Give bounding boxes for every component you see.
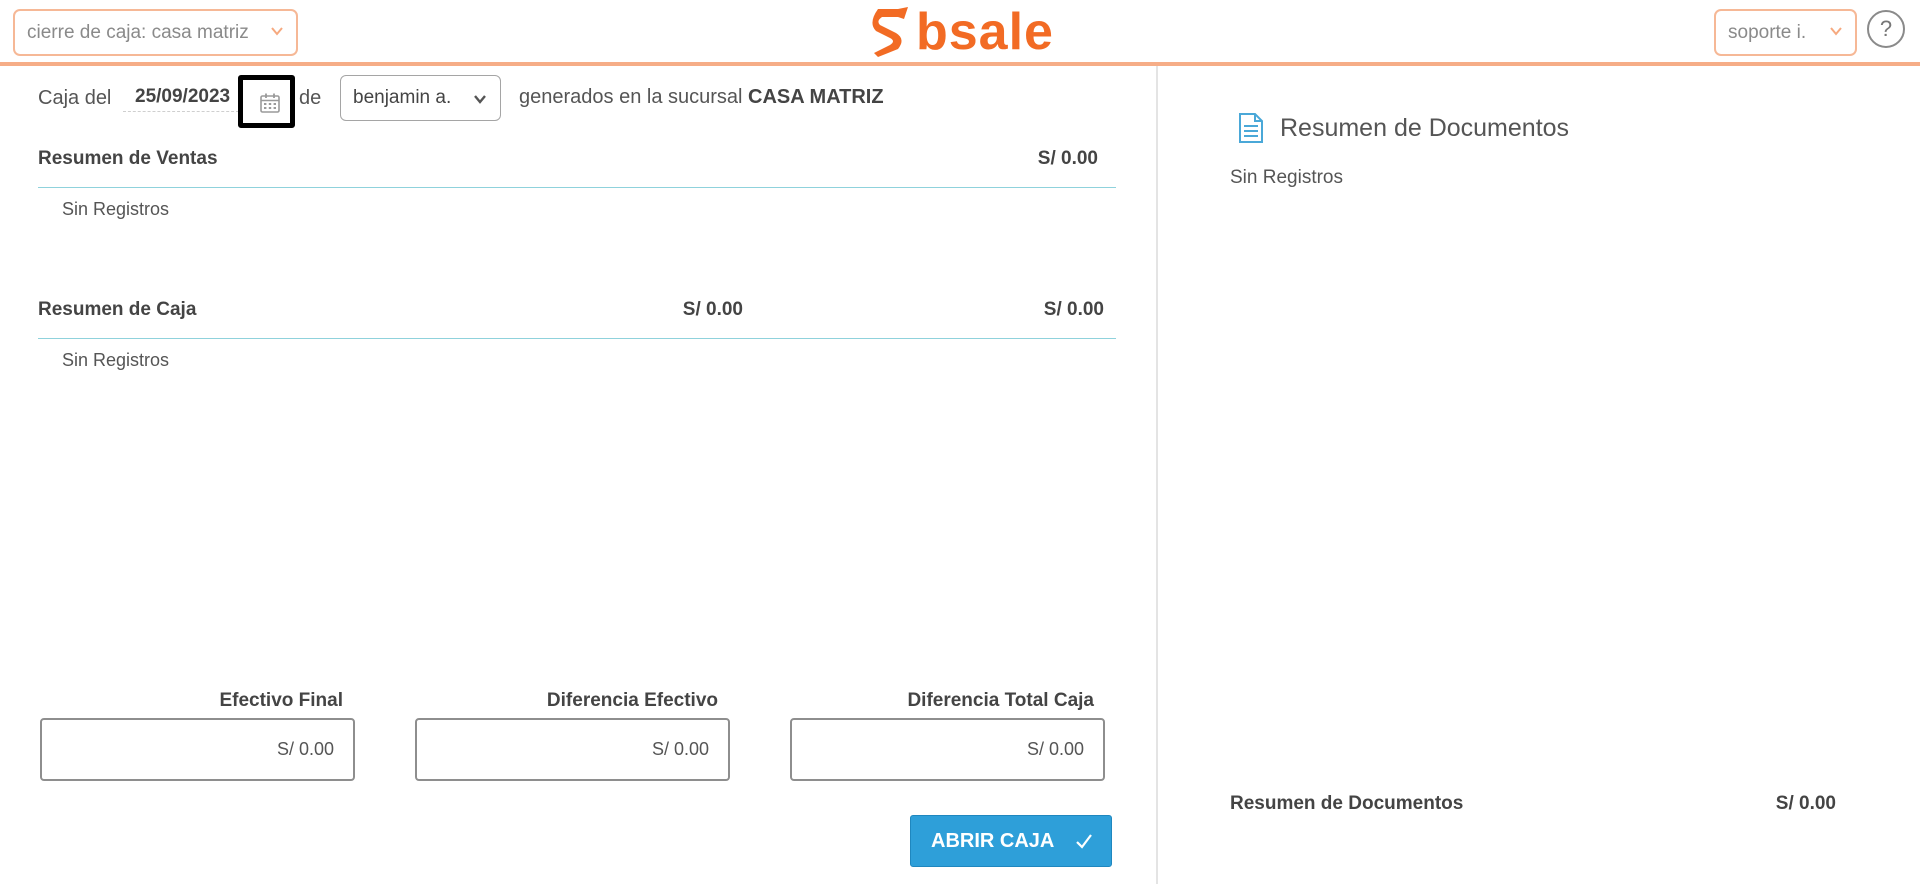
- diferencia-efectivo-label: Diferencia Efectivo: [546, 690, 718, 711]
- help-icon[interactable]: ?: [1867, 10, 1905, 48]
- caja-divider: [38, 338, 1116, 339]
- ventas-title: Resumen de Ventas: [38, 148, 218, 169]
- chevron-down-icon: [271, 27, 283, 36]
- user-select-value: soporte i.: [1728, 22, 1807, 43]
- ventas-empty: Sin Registros: [62, 199, 170, 219]
- bsale-s-logo-icon: [872, 7, 908, 57]
- diferencia-total-caja-field[interactable]: S/ 0.00: [790, 718, 1105, 781]
- caja-total-b: S/ 0.00: [1043, 299, 1104, 320]
- user-select[interactable]: soporte i.: [1714, 9, 1857, 56]
- calendar-icon: [260, 93, 280, 113]
- ventas-total: S/ 0.00: [1037, 148, 1098, 169]
- check-icon: [1076, 834, 1092, 849]
- documents-title: Resumen de Documentos: [1280, 114, 1570, 142]
- diferencia-efectivo-field[interactable]: S/ 0.00: [415, 718, 730, 781]
- date-input[interactable]: 25/09/2023: [123, 84, 239, 112]
- abrir-caja-label: ABRIR CAJA: [931, 830, 1055, 852]
- documents-footer-total: S/ 0.00: [1775, 793, 1836, 814]
- logo-text: bsale: [916, 3, 1054, 61]
- chevron-down-icon: [474, 95, 486, 104]
- de-label: de: [299, 87, 322, 109]
- ventas-divider: [38, 187, 1116, 188]
- caja-empty: Sin Registros: [62, 350, 170, 370]
- diferencia-total-caja-label: Diferencia Total Caja: [907, 690, 1094, 711]
- module-select[interactable]: cierre de caja: casa matriz: [13, 9, 298, 56]
- branch-text: generados en la sucursal CASA MATRIZ: [519, 86, 884, 109]
- efectivo-final-label: Efectivo Final: [219, 690, 343, 711]
- caja-del-label: Caja del: [38, 87, 112, 109]
- bsale-logo[interactable]: bsale: [870, 4, 1054, 60]
- top-header: cierre de caja: casa matriz bsale soport…: [0, 0, 1920, 66]
- module-select-value: cierre de caja: casa matriz: [27, 22, 249, 43]
- documents-footer-label: Resumen de Documentos: [1230, 793, 1464, 814]
- panel-divider: [1156, 66, 1158, 884]
- calendar-button[interactable]: [238, 75, 295, 128]
- document-icon: [1239, 113, 1263, 143]
- branch-prefix: generados en la sucursal: [519, 86, 743, 108]
- efectivo-final-field[interactable]: S/ 0.00: [40, 718, 355, 781]
- branch-name: CASA MATRIZ: [748, 86, 884, 108]
- documents-empty: Sin Registros: [1230, 167, 1343, 188]
- cashier-select-value: benjamin a.: [353, 87, 452, 108]
- abrir-caja-button[interactable]: ABRIR CAJA: [910, 815, 1112, 867]
- cashier-select[interactable]: benjamin a.: [340, 75, 501, 121]
- chevron-down-icon: [1830, 27, 1842, 36]
- caja-title: Resumen de Caja: [38, 299, 197, 320]
- caja-total-a: S/ 0.00: [682, 299, 743, 320]
